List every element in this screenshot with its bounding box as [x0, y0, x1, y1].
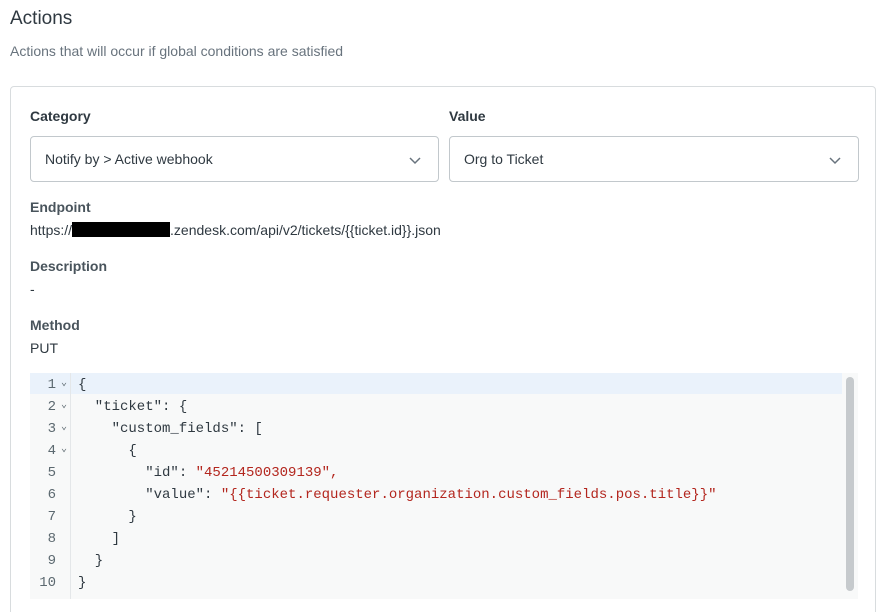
fold-arrow-icon[interactable]: ⌄ — [61, 379, 67, 389]
line-number: 5 — [47, 464, 56, 481]
fold-arrow-icon[interactable]: ⌄ — [61, 445, 67, 455]
line-number: 8 — [47, 530, 56, 547]
endpoint-suffix: .zendesk.com/api/v2/tickets/{{ticket.id}… — [170, 222, 441, 238]
code-line: "custom_fields": [ — [78, 420, 263, 437]
method-label: Method — [30, 317, 80, 333]
fold-arrow-icon[interactable]: ⌄ — [61, 401, 67, 411]
description-value: - — [30, 281, 35, 297]
id-string-value: "45214500309139", — [195, 464, 339, 481]
editor-scrollbar[interactable] — [846, 377, 854, 591]
code-line: "value": "{{ticket.requester.organizatio… — [78, 486, 717, 503]
method-value: PUT — [30, 340, 58, 356]
code-line: "ticket": { — [78, 398, 188, 415]
endpoint-prefix: https:// — [30, 222, 73, 238]
value-label: Value — [449, 108, 486, 124]
line-number: 7 — [47, 508, 56, 525]
line-number: 3 ⌄ — [47, 420, 67, 437]
active-line-highlight — [30, 373, 842, 394]
value-select-value: Org to Ticket — [464, 151, 544, 167]
code-line: } — [78, 508, 137, 525]
section-subtitle: Actions that will occur if global condit… — [10, 43, 344, 59]
endpoint-label: Endpoint — [30, 199, 91, 215]
code-line: } — [78, 574, 87, 591]
category-select-value: Notify by > Active webhook — [45, 151, 213, 167]
category-label: Category — [30, 108, 91, 124]
redaction-bar — [72, 222, 171, 237]
section-title: Actions — [10, 8, 73, 29]
value-select[interactable]: Org to Ticket — [449, 136, 859, 182]
fold-arrow-icon[interactable]: ⌄ — [61, 423, 67, 433]
code-line: { — [78, 376, 87, 393]
line-number: 4 ⌄ — [47, 442, 67, 459]
line-number: 1 ⌄ — [47, 376, 67, 393]
value-string-value: "{{ticket.requester.organization.custom_… — [220, 486, 717, 503]
endpoint-value: https:// .zendesk.com/api/v2/tickets/{{ti… — [30, 222, 441, 238]
line-number: 2 ⌄ — [47, 398, 67, 415]
code-line: { — [78, 442, 137, 459]
code-line: ] — [78, 530, 121, 547]
chevron-down-icon — [829, 157, 841, 165]
line-number: 9 — [47, 552, 56, 569]
category-select[interactable]: Notify by > Active webhook — [30, 136, 439, 182]
code-line: "id": "45214500309139", — [78, 464, 339, 481]
code-line: } — [78, 552, 104, 569]
description-label: Description — [30, 258, 108, 274]
line-number: 6 — [47, 486, 56, 503]
line-number: 10 — [39, 574, 56, 591]
code-editor[interactable]: 1 ⌄ 2 ⌄ 3 ⌄ 4 ⌄ 5 6 7 8 9 10 { "ticket": { "… — [30, 373, 858, 599]
chevron-down-icon — [409, 157, 421, 165]
gutter-divider — [70, 373, 71, 599]
